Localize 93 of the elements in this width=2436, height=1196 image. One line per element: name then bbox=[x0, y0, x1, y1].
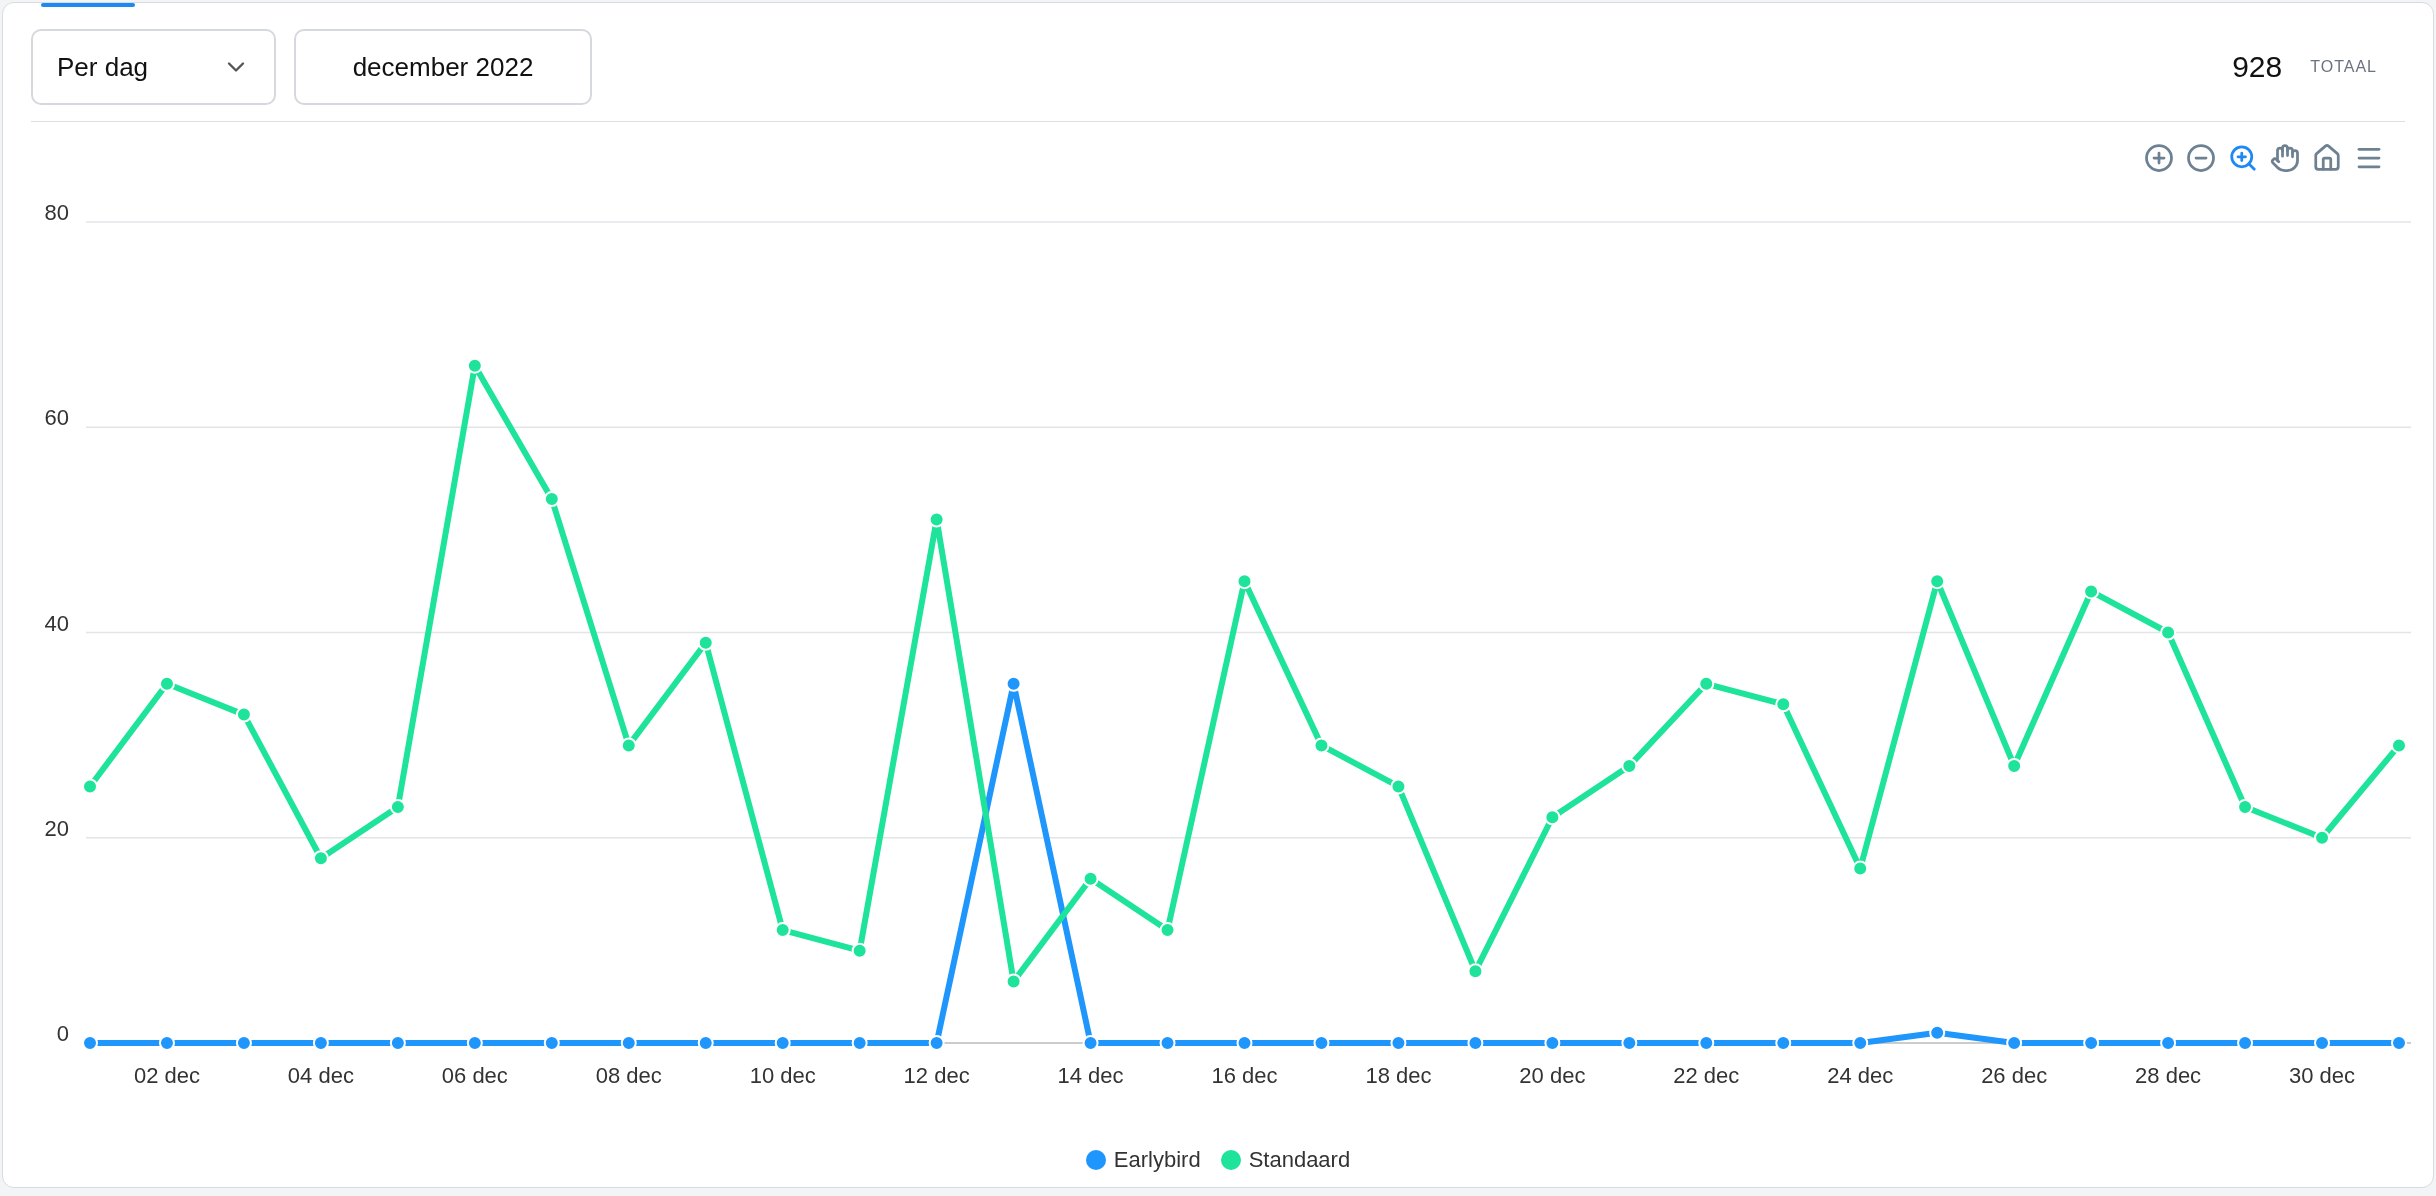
data-point bbox=[2160, 1035, 2177, 1051]
data-point bbox=[543, 1035, 560, 1051]
data-point bbox=[2237, 1035, 2254, 1051]
data-point bbox=[1852, 860, 1869, 877]
x-axis-label: 18 dec bbox=[1365, 1063, 1432, 1088]
data-point bbox=[235, 1035, 252, 1051]
house-icon[interactable] bbox=[2311, 142, 2343, 174]
total-label: TOTAAL bbox=[2310, 58, 2377, 76]
data-point bbox=[389, 798, 406, 815]
data-point bbox=[1929, 1024, 1946, 1041]
minus-circle-icon[interactable] bbox=[2185, 142, 2217, 174]
data-point bbox=[82, 1035, 98, 1051]
x-axis-label: 04 dec bbox=[287, 1063, 354, 1088]
data-point bbox=[2006, 757, 2023, 774]
data-point bbox=[466, 357, 483, 374]
hand-icon[interactable] bbox=[2269, 142, 2301, 174]
data-point bbox=[82, 778, 98, 795]
data-point bbox=[2391, 1035, 2407, 1051]
data-point bbox=[543, 491, 560, 508]
data-point bbox=[1005, 973, 1022, 990]
data-point bbox=[1852, 1035, 1869, 1051]
data-point bbox=[928, 511, 945, 528]
data-point bbox=[620, 737, 637, 754]
data-point bbox=[1544, 1035, 1561, 1051]
data-point bbox=[697, 1035, 714, 1051]
data-point bbox=[774, 1035, 791, 1051]
data-point bbox=[1621, 757, 1638, 774]
data-point bbox=[851, 1035, 868, 1051]
data-point bbox=[1159, 922, 1176, 939]
data-point bbox=[1236, 573, 1253, 590]
zoom-in-icon[interactable] bbox=[2227, 142, 2259, 174]
y-axis-label: 20 bbox=[44, 815, 69, 841]
data-point bbox=[1621, 1035, 1638, 1051]
data-point bbox=[2006, 1035, 2023, 1051]
data-point bbox=[2391, 737, 2407, 754]
data-point bbox=[1775, 696, 1792, 713]
x-axis-label: 16 dec bbox=[1211, 1063, 1278, 1088]
month-button[interactable]: december 2022 bbox=[294, 29, 592, 105]
y-axis-label: 60 bbox=[44, 405, 69, 431]
data-point bbox=[1313, 1035, 1330, 1051]
x-axis-label: 24 dec bbox=[1827, 1063, 1894, 1088]
y-axis-label: 0 bbox=[56, 1021, 69, 1046]
data-point bbox=[466, 1035, 483, 1051]
data-point bbox=[1467, 963, 1484, 980]
data-point bbox=[1082, 1035, 1099, 1051]
data-point bbox=[1544, 809, 1561, 826]
data-point bbox=[312, 850, 329, 867]
data-point bbox=[2314, 1035, 2331, 1051]
data-point bbox=[2237, 798, 2254, 815]
x-axis-label: 26 dec bbox=[1981, 1063, 2048, 1088]
legend-label[interactable]: Standaard bbox=[1248, 1147, 1351, 1173]
y-axis-label: 40 bbox=[44, 610, 69, 636]
data-point bbox=[1236, 1035, 1253, 1051]
x-axis-label: 30 dec bbox=[2289, 1063, 2356, 1088]
data-point bbox=[1467, 1035, 1484, 1051]
total-value: 928 bbox=[2232, 50, 2283, 84]
data-point bbox=[1082, 870, 1099, 887]
data-point bbox=[851, 942, 868, 959]
data-point bbox=[389, 1035, 406, 1051]
data-point bbox=[928, 1035, 945, 1051]
data-point bbox=[620, 1035, 637, 1051]
data-point bbox=[158, 1035, 175, 1051]
data-point bbox=[697, 634, 714, 651]
data-point bbox=[2160, 624, 2177, 641]
x-axis-label: 08 dec bbox=[595, 1063, 662, 1088]
data-point bbox=[235, 706, 252, 723]
data-point bbox=[2083, 1035, 2100, 1051]
data-point bbox=[1929, 573, 1946, 590]
plus-circle-icon[interactable] bbox=[2143, 142, 2175, 174]
x-axis-label: 12 dec bbox=[903, 1063, 970, 1088]
data-point bbox=[1775, 1035, 1792, 1051]
x-axis-label: 14 dec bbox=[1057, 1063, 1124, 1088]
x-axis-label: 10 dec bbox=[749, 1063, 816, 1088]
data-point bbox=[2083, 583, 2100, 600]
x-axis-label: 22 dec bbox=[1673, 1063, 1740, 1088]
x-axis-label: 28 dec bbox=[2135, 1063, 2202, 1088]
data-point bbox=[1005, 675, 1022, 692]
x-axis-label: 02 dec bbox=[133, 1063, 200, 1088]
data-point bbox=[158, 675, 175, 692]
data-point bbox=[1390, 1035, 1407, 1051]
data-point bbox=[1390, 778, 1407, 795]
data-point bbox=[1313, 737, 1330, 754]
legend-label[interactable]: Earlybird bbox=[1113, 1147, 1201, 1173]
data-point bbox=[1698, 1035, 1715, 1051]
data-point bbox=[1698, 675, 1715, 692]
y-axis-label: 80 bbox=[44, 200, 69, 225]
x-axis-label: 20 dec bbox=[1519, 1063, 1586, 1088]
data-point bbox=[2314, 829, 2331, 846]
data-point bbox=[774, 922, 791, 939]
data-point bbox=[1159, 1035, 1176, 1051]
data-point bbox=[312, 1035, 329, 1051]
x-axis-label: 06 dec bbox=[441, 1063, 508, 1088]
period-dropdown[interactable]: Per dag bbox=[31, 29, 276, 105]
